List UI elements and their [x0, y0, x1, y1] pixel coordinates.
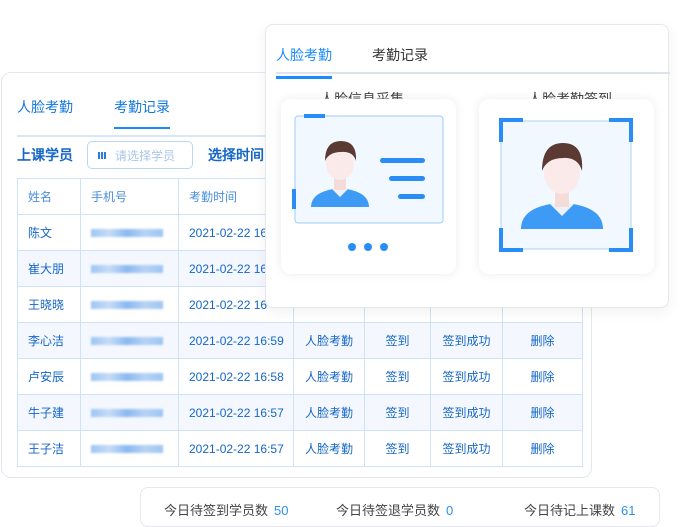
name-cell: 李心洁 — [17, 322, 81, 359]
student-select[interactable]: 请选择学员 — [87, 141, 193, 169]
phone-blurred — [91, 300, 163, 309]
result-cell: 签到成功 — [430, 394, 503, 431]
type-cell: 人脸考勤 — [293, 394, 365, 431]
student-placeholder: 请选择学员 — [115, 148, 176, 163]
delete-button[interactable]: 删除 — [502, 430, 583, 467]
result-cell: 签到成功 — [430, 322, 503, 359]
delete-button[interactable]: 删除 — [502, 394, 583, 431]
table-row: 卢安辰 2021-02-22 16:58 人脸考勤 签到 签到成功 删除 — [17, 358, 583, 395]
col-name: 姓名 — [17, 178, 81, 215]
type-cell: 人脸考勤 — [293, 322, 365, 359]
phone-cell — [80, 430, 179, 467]
phone-cell — [80, 250, 179, 287]
table-row: 李心洁 2021-02-22 16:59 人脸考勤 签到 签到成功 删除 — [17, 322, 583, 359]
face-collect-tile[interactable] — [281, 99, 456, 274]
col-phone: 手机号 — [80, 178, 179, 215]
time-cell: 2021-02-22 16:57 — [178, 430, 294, 467]
name-cell: 崔大朋 — [17, 250, 81, 287]
daily-stats-bar: 今日待签到学员数 50 今日待签退学员数 0 今日待记上课数 61 — [140, 487, 660, 527]
time-cell: 2021-02-22 16:59 — [178, 322, 294, 359]
tab-attendance-records[interactable]: 考勤记录 — [372, 45, 428, 65]
grid-icon — [98, 151, 107, 159]
phone-blurred — [91, 336, 163, 345]
time-cell: 2021-02-22 16:58 — [178, 358, 294, 395]
phone-cell — [80, 214, 179, 251]
phone-blurred — [91, 408, 163, 417]
result-cell: 签到成功 — [430, 358, 503, 395]
action-cell: 签到 — [364, 394, 431, 431]
stat-pending-checkin: 今日待签到学员数 50 — [164, 503, 289, 518]
table-row: 王子洁 2021-02-22 16:57 人脸考勤 签到 签到成功 删除 — [17, 430, 583, 467]
delete-button[interactable]: 删除 — [502, 322, 583, 359]
face-scan-illustration — [499, 118, 633, 252]
tab-attendance-records[interactable]: 考勤记录 — [114, 97, 170, 129]
tab-face-attendance[interactable]: 人脸考勤 — [276, 45, 332, 79]
time-cell: 2021-02-22 16:57 — [178, 394, 294, 431]
name-cell: 王晓晓 — [17, 286, 81, 323]
name-cell: 王子洁 — [17, 430, 81, 467]
type-cell: 人脸考勤 — [293, 358, 365, 395]
stat-pending-checkout: 今日待签退学员数 0 — [336, 503, 454, 518]
type-cell: 人脸考勤 — [293, 430, 365, 467]
phone-blurred — [91, 372, 163, 381]
time-label: 选择时间 — [208, 147, 264, 163]
front-tabs: 人脸考勤 考勤记录 — [276, 25, 670, 79]
phone-blurred — [91, 228, 163, 237]
phone-cell — [80, 322, 179, 359]
phone-blurred — [91, 264, 163, 273]
name-cell: 卢安辰 — [17, 358, 81, 395]
phone-cell — [80, 286, 179, 323]
id-card-illustration — [292, 114, 444, 251]
action-cell: 签到 — [364, 322, 431, 359]
table-row: 牛子建 2021-02-22 16:57 人脸考勤 签到 签到成功 删除 — [17, 394, 583, 431]
delete-button[interactable]: 删除 — [502, 358, 583, 395]
stat-pending-classes: 今日待记上课数 61 — [524, 503, 636, 518]
action-cell: 签到 — [364, 358, 431, 395]
phone-cell — [80, 358, 179, 395]
name-cell: 陈文 — [17, 214, 81, 251]
phone-blurred — [91, 444, 163, 453]
result-cell: 签到成功 — [430, 430, 503, 467]
filter-bar: 上课学员 请选择学员 选择时间 — [17, 141, 264, 169]
tab-face-attendance[interactable]: 人脸考勤 — [17, 97, 73, 117]
face-attendance-card: 人脸考勤 考勤记录 人脸信息采集 人脸考勤签到 — [265, 24, 670, 308]
face-checkin-tile[interactable] — [479, 99, 654, 274]
student-label: 上课学员 — [17, 147, 73, 163]
phone-cell — [80, 394, 179, 431]
name-cell: 牛子建 — [17, 394, 81, 431]
action-cell: 签到 — [364, 430, 431, 467]
